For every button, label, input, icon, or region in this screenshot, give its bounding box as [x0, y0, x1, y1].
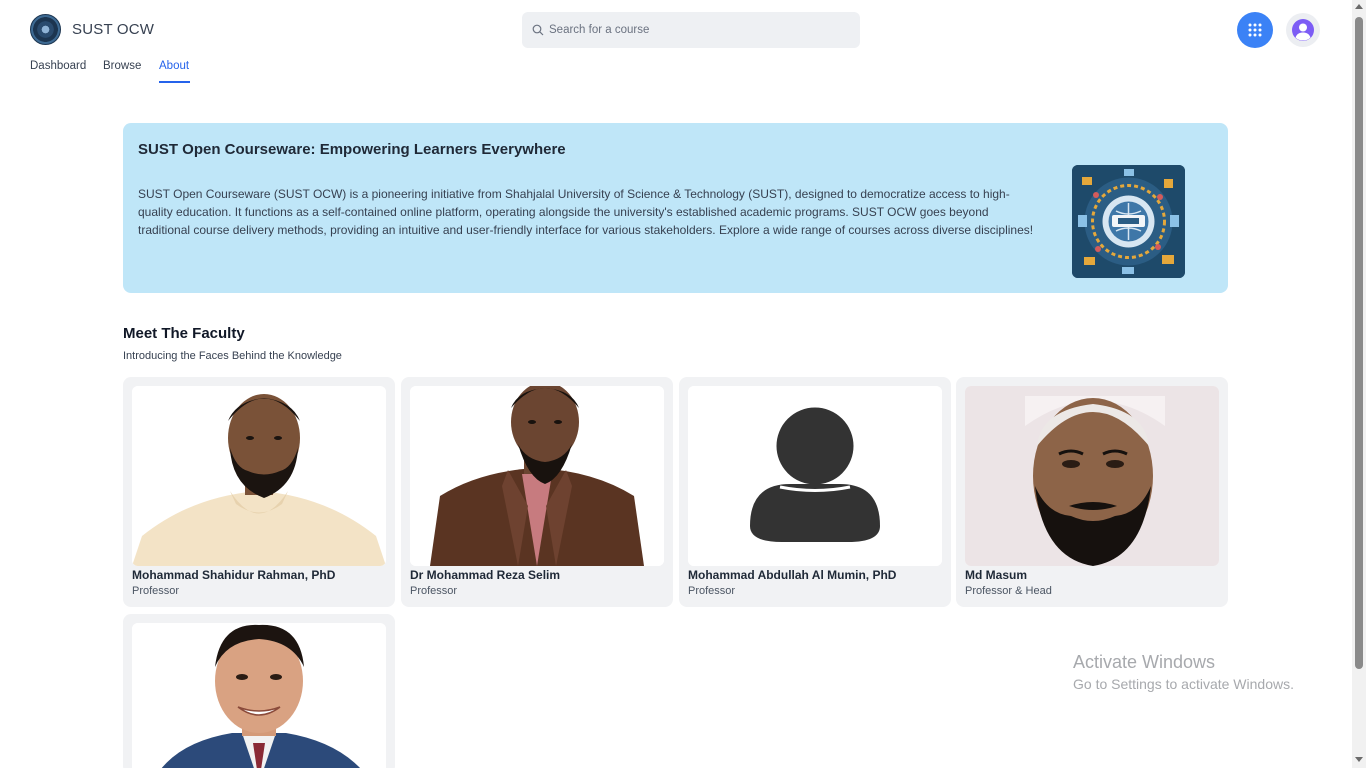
faculty-name: Mohammad Abdullah Al Mumin, PhD	[688, 568, 897, 582]
faculty-card[interactable]: Dr Mohammad Reza Selim Professor	[401, 377, 673, 607]
search-input[interactable]	[549, 12, 849, 48]
apps-grid-icon	[1248, 23, 1262, 37]
search-icon	[532, 24, 544, 36]
faculty-role: Professor	[688, 585, 736, 597]
search-box[interactable]	[522, 12, 860, 48]
faculty-name: Mohammad Shahidur Rahman, PhD	[132, 568, 336, 582]
faculty-section-subtitle: Introducing the Faces Behind the Knowled…	[123, 350, 342, 362]
page-scrollbar[interactable]	[1352, 0, 1366, 768]
faculty-photo	[688, 386, 942, 566]
nav-about[interactable]: About	[159, 60, 189, 72]
nav-browse[interactable]: Browse	[103, 60, 141, 72]
faculty-card[interactable]	[123, 614, 395, 768]
sust-emblem-image	[1072, 165, 1185, 278]
faculty-card[interactable]: Md Masum Professor & Head	[956, 377, 1228, 607]
faculty-photo	[965, 386, 1219, 566]
faculty-role: Professor	[410, 585, 458, 597]
faculty-role: Professor & Head	[965, 585, 1052, 597]
banner-description: SUST Open Courseware (SUST OCW) is a pio…	[138, 187, 1034, 237]
default-person-icon	[688, 386, 942, 566]
about-banner: SUST Open Courseware: Empowering Learner…	[123, 123, 1228, 293]
watermark-title: Activate Windows	[1073, 652, 1216, 672]
scroll-up-arrow-icon[interactable]	[1355, 4, 1363, 9]
faculty-card[interactable]: Mohammad Shahidur Rahman, PhD Professor	[123, 377, 395, 607]
watermark-subtitle: Go to Settings to activate Windows.	[1073, 676, 1294, 692]
logo-icon[interactable]	[30, 14, 61, 45]
faculty-card[interactable]: Mohammad Abdullah Al Mumin, PhD Professo…	[679, 377, 951, 607]
windows-activation-watermark: Activate Windows Go to Settings to activ…	[1073, 652, 1294, 692]
faculty-section-title: Meet The Faculty	[123, 325, 245, 342]
apps-button[interactable]	[1237, 12, 1273, 48]
user-menu-button[interactable]	[1286, 13, 1320, 47]
banner-title: SUST Open Courseware: Empowering Learner…	[138, 141, 566, 158]
top-header: SUST OCW Dashboard Browse About	[0, 0, 1352, 90]
active-tab-indicator	[159, 81, 190, 83]
nav-dashboard[interactable]: Dashboard	[30, 60, 86, 72]
user-avatar-icon	[1292, 19, 1314, 41]
faculty-photo	[410, 386, 664, 566]
faculty-name: Md Masum	[965, 568, 1028, 582]
scroll-down-arrow-icon[interactable]	[1355, 757, 1363, 762]
faculty-photo	[132, 386, 386, 566]
faculty-role: Professor	[132, 585, 180, 597]
app-title[interactable]: SUST OCW	[72, 21, 154, 38]
faculty-name: Dr Mohammad Reza Selim	[410, 568, 561, 582]
scrollbar-thumb[interactable]	[1355, 17, 1363, 669]
faculty-photo	[132, 623, 386, 768]
